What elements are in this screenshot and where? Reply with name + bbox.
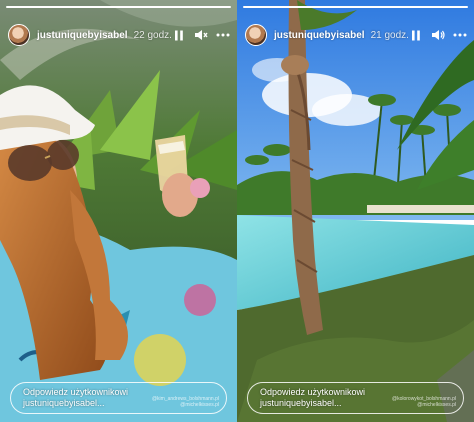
photo-credit-line: @michelkisses.pl (180, 402, 219, 408)
story-progress-bar (243, 6, 468, 8)
pause-icon[interactable] (409, 28, 423, 42)
sound-icon[interactable] (431, 28, 445, 42)
story-left-photo (0, 0, 237, 422)
story-right-photo (237, 0, 474, 422)
more-icon[interactable] (216, 28, 230, 42)
story-controls (172, 28, 230, 42)
story-right[interactable]: justuniquebyisabel 21 godz. Odpowiedz uż… (237, 0, 474, 422)
mute-icon[interactable] (194, 28, 208, 42)
story-progress-fill (243, 6, 468, 8)
story-left[interactable]: justuniquebyisabel 22 godz. Odpowiedz uż… (0, 0, 237, 422)
username[interactable]: justuniquebyisabel (274, 30, 365, 41)
story-header: justuniquebyisabel 21 godz. (245, 20, 467, 50)
photo-credit-line: @michelkisses.pl (417, 402, 456, 408)
story-progress-fill (6, 6, 231, 8)
photo-credit: @kolorowykot_bolshmann.pl @michelkisses.… (392, 396, 456, 408)
more-icon[interactable] (453, 28, 467, 42)
avatar[interactable] (245, 24, 267, 46)
username[interactable]: justuniquebyisabel (37, 30, 128, 41)
story-time: 22 godz. (133, 29, 172, 41)
story-time: 21 godz. (370, 29, 409, 41)
story-progress-bar (6, 6, 231, 8)
story-header: justuniquebyisabel 22 godz. (8, 20, 230, 50)
story-controls (409, 28, 467, 42)
photo-credit: @kim_andrews_bolshmann.pl @michelkisses.… (152, 396, 219, 408)
avatar[interactable] (8, 24, 30, 46)
pause-icon[interactable] (172, 28, 186, 42)
stories-screen: justuniquebyisabel 22 godz. Odpowiedz uż… (0, 0, 474, 422)
